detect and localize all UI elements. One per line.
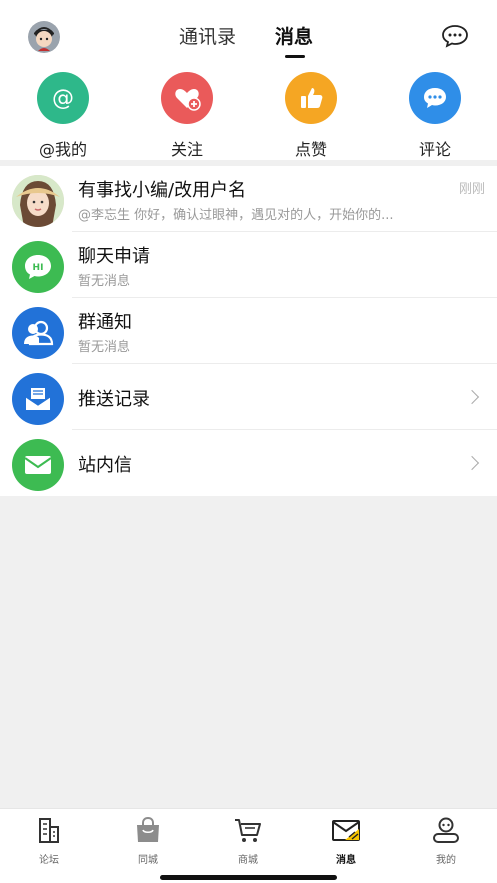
tab-local[interactable]: 同城: [118, 815, 178, 866]
tab-mall[interactable]: 商城: [218, 815, 278, 866]
list-item-title: 群通知: [78, 312, 132, 333]
list-item-chat-request[interactable]: HI 聊天申请 暂无消息: [0, 232, 497, 298]
quick-label: 关注: [170, 140, 203, 159]
tab-label: 商城: [238, 855, 258, 866]
avatar-icon: [28, 21, 60, 53]
user-avatar[interactable]: [28, 21, 60, 53]
at-icon: @: [37, 72, 89, 124]
svg-text:@: @: [52, 86, 74, 111]
envelope-icon: [12, 439, 64, 491]
top-section: 通讯录 消息 @ @我的 关注 点赞 评论: [0, 0, 497, 160]
svg-text:HI: HI: [33, 263, 44, 273]
header: 通讯录 消息: [0, 0, 497, 70]
quick-label: 评论: [418, 140, 451, 159]
list-item-push-history[interactable]: 推送记录: [0, 364, 497, 430]
quick-like[interactable]: 点赞: [271, 72, 351, 160]
inbox-icon: [12, 373, 64, 425]
list-item-site-mail[interactable]: 站内信: [0, 430, 497, 496]
quick-at-me[interactable]: @ @我的: [23, 72, 103, 160]
heart-plus-icon: [161, 72, 213, 124]
list-item-subtitle: 暂无消息: [78, 274, 131, 289]
tab-messages[interactable]: 消息: [275, 22, 313, 49]
list-item-subtitle: 暂无消息: [78, 340, 131, 355]
tab-forum[interactable]: 论坛: [19, 815, 79, 866]
cart-icon: [235, 819, 261, 842]
group-icon: [12, 307, 64, 359]
message-envelope-icon: [332, 820, 360, 841]
list-item-editor[interactable]: 有事找小编/改用户名 @李忘生 你好，确认过眼神，遇见对的人，开始你的... 刚…: [0, 166, 497, 232]
quick-label: @我的: [38, 140, 87, 159]
list-item-title: 聊天申请: [78, 246, 150, 267]
chevron-right-icon: [464, 389, 480, 405]
chat-bubble-icon[interactable]: [441, 24, 469, 48]
tab-profile[interactable]: 我的: [416, 815, 476, 866]
list-item-group-notice[interactable]: 群通知 暂无消息: [0, 298, 497, 364]
message-list: 有事找小编/改用户名 @李忘生 你好，确认过眼神，遇见对的人，开始你的... 刚…: [0, 166, 497, 496]
quick-follow[interactable]: 关注: [147, 72, 227, 160]
forum-icon: [39, 818, 59, 843]
list-item-title: 站内信: [78, 455, 132, 476]
quick-actions: @ @我的 关注 点赞 评论: [0, 72, 497, 159]
profile-icon: [433, 817, 459, 843]
chevron-right-icon: [464, 455, 480, 471]
active-tab-indicator: [285, 55, 305, 58]
tab-label: 同城: [138, 855, 158, 866]
bag-icon: [137, 816, 159, 842]
quick-comment[interactable]: 评论: [395, 72, 475, 160]
hi-bubble-icon: HI: [12, 241, 64, 293]
list-item-subtitle: @李忘生 你好，确认过眼神，遇见对的人，开始你的...: [78, 208, 394, 223]
thumbs-up-icon: [285, 72, 337, 124]
bottom-tab-bar: 论坛 同城 商城 消息 我的: [0, 808, 497, 883]
quick-label: 点赞: [294, 140, 327, 159]
comment-icon: [409, 72, 461, 124]
tab-contacts[interactable]: 通讯录: [179, 22, 236, 49]
list-item-title: 推送记录: [78, 389, 150, 410]
timestamp: 刚刚: [458, 182, 485, 197]
list-item-title: 有事找小编/改用户名: [78, 180, 247, 201]
tab-messages-bottom[interactable]: 消息: [316, 815, 376, 866]
tab-label: 我的: [436, 855, 456, 866]
tab-label: 消息: [336, 855, 356, 866]
tab-label: 论坛: [39, 855, 59, 866]
home-indicator: [160, 875, 337, 880]
contact-avatar: [12, 175, 64, 227]
